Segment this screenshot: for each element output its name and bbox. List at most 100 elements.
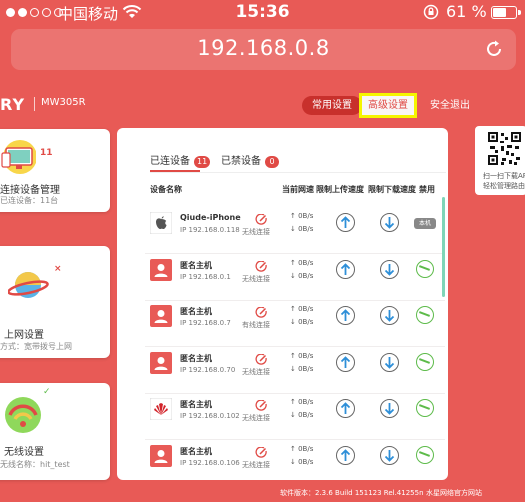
limit-download-button[interactable] <box>380 445 399 465</box>
table-row: 匿名主机 IP 192.168.0.1 无线连接 ↑ 0B/s ↓ 0B/s <box>145 255 445 301</box>
nav-common-settings[interactable]: 常用设置 <box>302 96 362 115</box>
connection-type: 无线连接 <box>242 414 270 422</box>
disable-device-toggle[interactable] <box>416 259 434 278</box>
card-wireless-settings[interactable]: ✓ 无线设置 无线名称：hit_test <box>0 383 110 480</box>
limit-upload-button[interactable] <box>336 306 355 325</box>
connection-type: 有线连接 <box>242 321 270 329</box>
upload-speed: ↑ 0B/s <box>290 305 314 313</box>
qr-code-icon <box>487 131 522 166</box>
disable-device-toggle[interactable] <box>416 445 434 464</box>
limit-upload-button[interactable] <box>336 213 355 232</box>
limit-upload-button[interactable] <box>336 352 355 372</box>
limit-upload-button[interactable] <box>336 445 355 465</box>
device-name: 匿名主机 <box>180 400 212 409</box>
card-internet-settings[interactable]: × 上网设置 方式：宽带拨号上网 <box>0 246 110 358</box>
upload-speed-value: 0B/s <box>298 398 314 406</box>
app-download-panel: 扫一扫下载AP 轻松管理路由 <box>475 126 525 195</box>
router-model: MW305R <box>41 97 86 108</box>
reload-icon[interactable] <box>484 39 504 63</box>
brand-logo: RY <box>0 95 26 114</box>
limit-download-button[interactable] <box>380 306 399 325</box>
column-header-limit-up: 限制上传速度 <box>316 185 364 194</box>
download-speed-value: 0B/s <box>298 318 314 326</box>
upload-speed-value: 0B/s <box>298 444 314 453</box>
table-row: 匿名主机 IP 192.168.0.7 有线连接 ↑ 0B/s ↓ 0B/s <box>145 301 445 347</box>
list-scrollbar[interactable] <box>442 197 445 297</box>
device-name: 匿名主机 <box>180 446 212 456</box>
device-ip: IP 192.168.0.118 <box>180 226 240 234</box>
tab-count-badge: 0 <box>265 156 279 168</box>
upload-speed: ↑ 0B/s <box>290 398 314 406</box>
user-icon <box>150 351 172 374</box>
limit-download-button[interactable] <box>380 259 399 279</box>
table-row: 匿名主机 IP 192.168.0.106 无线连接 ↑ 0B/s ↓ 0B/s <box>145 441 445 481</box>
tab-label: 已禁设备 <box>221 156 261 167</box>
wifi-icon <box>0 393 46 437</box>
limit-download-button[interactable] <box>380 399 399 418</box>
table-row: 匿名主机 IP 192.168.0.102 无线连接 ↑ 0B/s ↓ 0B/s <box>145 394 445 440</box>
device-name: 匿名主机 <box>180 353 212 363</box>
column-header-speed: 当前网速 <box>282 185 314 194</box>
download-speed: ↓ 0B/s <box>290 271 314 280</box>
monitor-devices-icon <box>0 139 37 179</box>
upload-speed: ↑ 0B/s <box>290 351 314 360</box>
download-speed-value: 0B/s <box>298 457 314 466</box>
card-device-management[interactable]: 11 连接设备管理 已连设备：11台 <box>0 129 110 212</box>
brand-divider <box>34 97 35 111</box>
download-speed-value: 0B/s <box>298 364 314 373</box>
url-text[interactable]: 192.168.0.8 <box>11 36 516 60</box>
user-icon <box>150 258 172 281</box>
upload-speed: ↑ 0B/s <box>290 444 314 453</box>
card-subtitle: 方式：宽带拨号上网 <box>0 342 72 351</box>
limit-download-button[interactable] <box>380 352 399 372</box>
table-row: 匿名主机 IP 192.168.0.70 无线连接 ↑ 0B/s ↓ 0B/s <box>145 348 445 394</box>
apple-icon <box>149 211 173 235</box>
tab-blocked-devices[interactable]: 已禁设备 0 <box>221 152 279 168</box>
disable-device-toggle[interactable] <box>416 306 434 324</box>
battery-icon <box>491 6 521 19</box>
battery-percent: 61 % <box>446 2 487 21</box>
upload-speed: ↑ 0B/s <box>290 258 314 267</box>
upload-speed-value: 0B/s <box>298 258 314 267</box>
nav-logout[interactable]: 安全退出 <box>420 96 480 115</box>
column-header-name: 设备名称 <box>150 185 182 194</box>
user-icon <box>150 444 172 467</box>
huawei-icon <box>149 397 173 421</box>
disable-device-toggle[interactable] <box>416 352 434 371</box>
tab-label: 已连设备 <box>150 156 190 167</box>
upload-speed-value: 0B/s <box>298 212 314 220</box>
connection-type: 无线连接 <box>242 367 270 376</box>
planet-icon <box>7 266 50 308</box>
column-header-disable: 禁用 <box>419 185 435 194</box>
firmware-version: 软件版本：2.3.6 Build 151123 Rel.41255n <box>280 489 424 497</box>
device-name: 匿名主机 <box>180 260 212 270</box>
download-speed-value: 0B/s <box>298 411 314 419</box>
upload-speed-value: 0B/s <box>298 351 314 360</box>
upload-speed: ↑ 0B/s <box>290 212 314 220</box>
device-name: 匿名主机 <box>180 307 212 316</box>
download-speed: ↓ 0B/s <box>290 457 314 466</box>
device-ip: IP 192.168.0.102 <box>180 412 240 420</box>
card-badge: 11 <box>40 148 53 158</box>
connection-type: 无线连接 <box>242 274 270 283</box>
limit-download-button[interactable] <box>380 213 399 232</box>
limit-upload-button[interactable] <box>336 399 355 418</box>
download-speed: ↓ 0B/s <box>290 225 314 233</box>
table-row: Qiude-iPhone IP 192.168.0.118 无线连接 ↑ 0B/… <box>145 208 445 254</box>
download-speed: ↓ 0B/s <box>290 411 314 419</box>
connection-type: 无线连接 <box>242 228 270 236</box>
device-list-panel: 已连设备 11 已禁设备 0 设备名称 当前网速 限制上传速度 限制下载速度 禁用 … <box>117 128 448 480</box>
download-speed-value: 0B/s <box>298 225 314 233</box>
limit-upload-button[interactable] <box>336 259 355 279</box>
rotation-lock-icon <box>423 4 439 24</box>
qr-caption-line1: 扫一扫下载AP <box>483 172 525 180</box>
address-bar[interactable]: 192.168.0.8 <box>11 29 516 70</box>
nav-advanced-settings[interactable]: 高级设置 <box>359 93 417 118</box>
device-name: Qiude-iPhone <box>180 213 241 222</box>
card-badge: × <box>54 264 62 274</box>
disable-device-toggle[interactable] <box>416 399 434 417</box>
official-site-link[interactable]: 水星网络官方网站 <box>426 488 482 498</box>
tabs-divider <box>150 172 446 173</box>
card-title: 连接设备管理 <box>0 185 60 196</box>
tab-connected-devices[interactable]: 已连设备 11 <box>150 152 211 168</box>
